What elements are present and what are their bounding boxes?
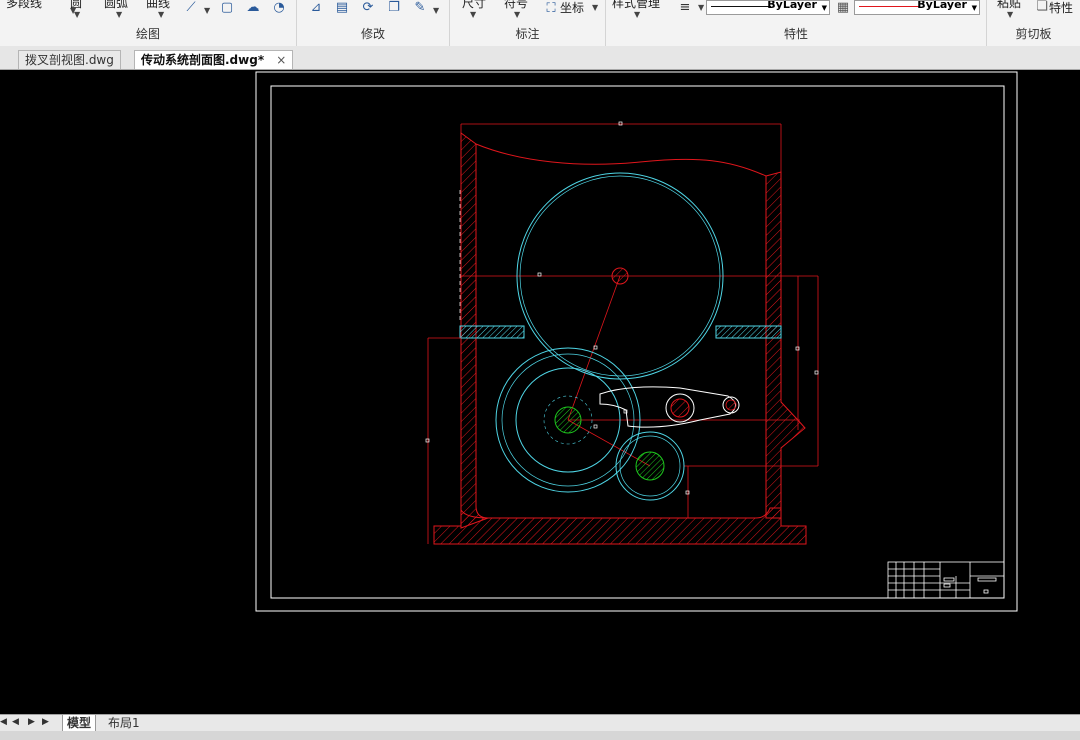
drawing-svg[interactable]	[0, 70, 1080, 714]
rotate-icon[interactable]: ⟳	[359, 0, 377, 16]
edit-icon[interactable]: ✎	[411, 0, 429, 16]
chevron-down-icon[interactable]: ▼	[634, 10, 640, 19]
lineweight-icon[interactable]: ▦	[834, 0, 852, 16]
ribbon-group-title: 标注	[515, 27, 540, 41]
lower-shaft	[635, 451, 665, 481]
housing-base	[433, 507, 807, 545]
match-properties-button[interactable]: 特性	[1049, 0, 1073, 16]
status-bar	[0, 731, 1080, 740]
close-icon[interactable]: ×	[276, 53, 286, 67]
housing-break-line	[475, 143, 767, 177]
linetype-combo[interactable]: ByLayer ▼	[706, 0, 830, 15]
ribbon-group-title: 绘图	[135, 27, 160, 41]
ribbon-group-title: 特性	[783, 27, 808, 41]
next-layout-arrow[interactable]: ▶	[28, 717, 35, 727]
title-block	[887, 561, 1005, 599]
tab-fork-section[interactable]: 拨叉剖视图.dwg	[18, 50, 121, 69]
linetype-value: ByLayer	[767, 0, 817, 11]
chevron-down-icon[interactable]: ▼	[116, 10, 122, 19]
chevron-down-icon[interactable]: ▼	[1007, 10, 1013, 19]
color-combo[interactable]: ByLayer ▼	[854, 0, 980, 15]
region-icon[interactable]: ◔	[270, 0, 288, 16]
list-icon[interactable]: ≡	[676, 0, 694, 16]
document-tab-bar: 拨叉剖视图.dwg 传动系统剖面图.dwg* ×	[0, 46, 1080, 70]
grip-markers	[425, 121, 819, 495]
tab-transmission-section[interactable]: 传动系统剖面图.dwg* ×	[134, 50, 294, 69]
ribbon-group-properties: 样式管理 ▼ ≡ ▼ ByLayer ▼ ▦ ByLayer ▼ 特性	[606, 0, 987, 46]
coordinate-icon[interactable]: ⛶	[542, 1, 560, 17]
chevron-down-icon[interactable]: ▼	[433, 6, 439, 15]
last-layout-arrow[interactable]: ▶	[42, 717, 49, 727]
chevron-down-icon: ▼	[821, 4, 827, 12]
upper-shaft	[611, 267, 629, 285]
chevron-down-icon[interactable]: ▼	[204, 6, 210, 15]
stretch-icon[interactable]: ⊿	[307, 0, 325, 16]
tab-label: 布局1	[108, 716, 140, 730]
chevron-down-icon[interactable]: ▼	[698, 3, 704, 12]
coordinate-button[interactable]: 坐标	[560, 0, 584, 16]
right-bearing-block	[715, 325, 782, 339]
ribbon-group-modify: ⊿ ▤ ⟳ ❐ ✎ ▼ 修改	[297, 0, 450, 46]
tab-label: 传动系统剖面图.dwg*	[141, 53, 265, 67]
tab-layout1[interactable]: 布局1	[104, 715, 144, 731]
ribbon-group-title: 剪切板	[1015, 27, 1052, 41]
tab-label: 拨叉剖视图.dwg	[25, 53, 114, 67]
ribbon-group-draw: 多段线 ▼ 圆 ▼ 圆弧 ▼ 曲线 ▼ ⟋ ▼ ▢ ☁ ◔ 绘图	[0, 0, 297, 46]
chevron-down-icon[interactable]: ▼	[74, 10, 80, 19]
ribbon-toolbar: 多段线 ▼ 圆 ▼ 圆弧 ▼ 曲线 ▼ ⟋ ▼ ▢ ☁ ◔ 绘图 ⊿ ▤ ⟳ ❐…	[0, 0, 1080, 47]
left-bearing-block	[459, 325, 525, 339]
cloud-icon[interactable]: ☁	[244, 0, 262, 16]
middle-shaft	[554, 406, 582, 434]
ribbon-group-dimension: 尺寸 ▼ 符号 ▼ ⛶ 坐标 ▼ 标注	[450, 0, 606, 46]
copy-icon[interactable]: ❐	[385, 0, 403, 16]
prev-layout-arrow[interactable]: ◀	[12, 717, 19, 727]
line-icon[interactable]: ⟋	[182, 0, 200, 16]
ribbon-group-title: 修改	[360, 27, 385, 41]
chevron-down-icon: ▼	[971, 4, 977, 12]
rectangle-icon[interactable]: ▢	[218, 0, 236, 16]
color-value: ByLayer	[917, 0, 967, 11]
scale-icon[interactable]: ▤	[333, 0, 351, 16]
polyline-button[interactable]: 多段线	[6, 0, 42, 11]
chevron-down-icon[interactable]: ▼	[592, 3, 598, 12]
tab-label: 模型	[67, 716, 92, 730]
ribbon-group-clipboard: 粘贴 ▼ ❏ 特性 剪切板	[987, 0, 1080, 46]
chevron-down-icon[interactable]: ▼	[158, 10, 164, 19]
layout-tab-bar: ◀ ◀ ▶ ▶ 模型 布局1	[0, 714, 1080, 732]
chevron-down-icon[interactable]: ▼	[514, 10, 520, 19]
drawing-canvas[interactable]	[0, 70, 1080, 714]
first-layout-arrow[interactable]: ◀	[0, 717, 7, 727]
tab-model[interactable]: 模型	[62, 715, 97, 732]
chevron-down-icon[interactable]: ▼	[470, 10, 476, 19]
